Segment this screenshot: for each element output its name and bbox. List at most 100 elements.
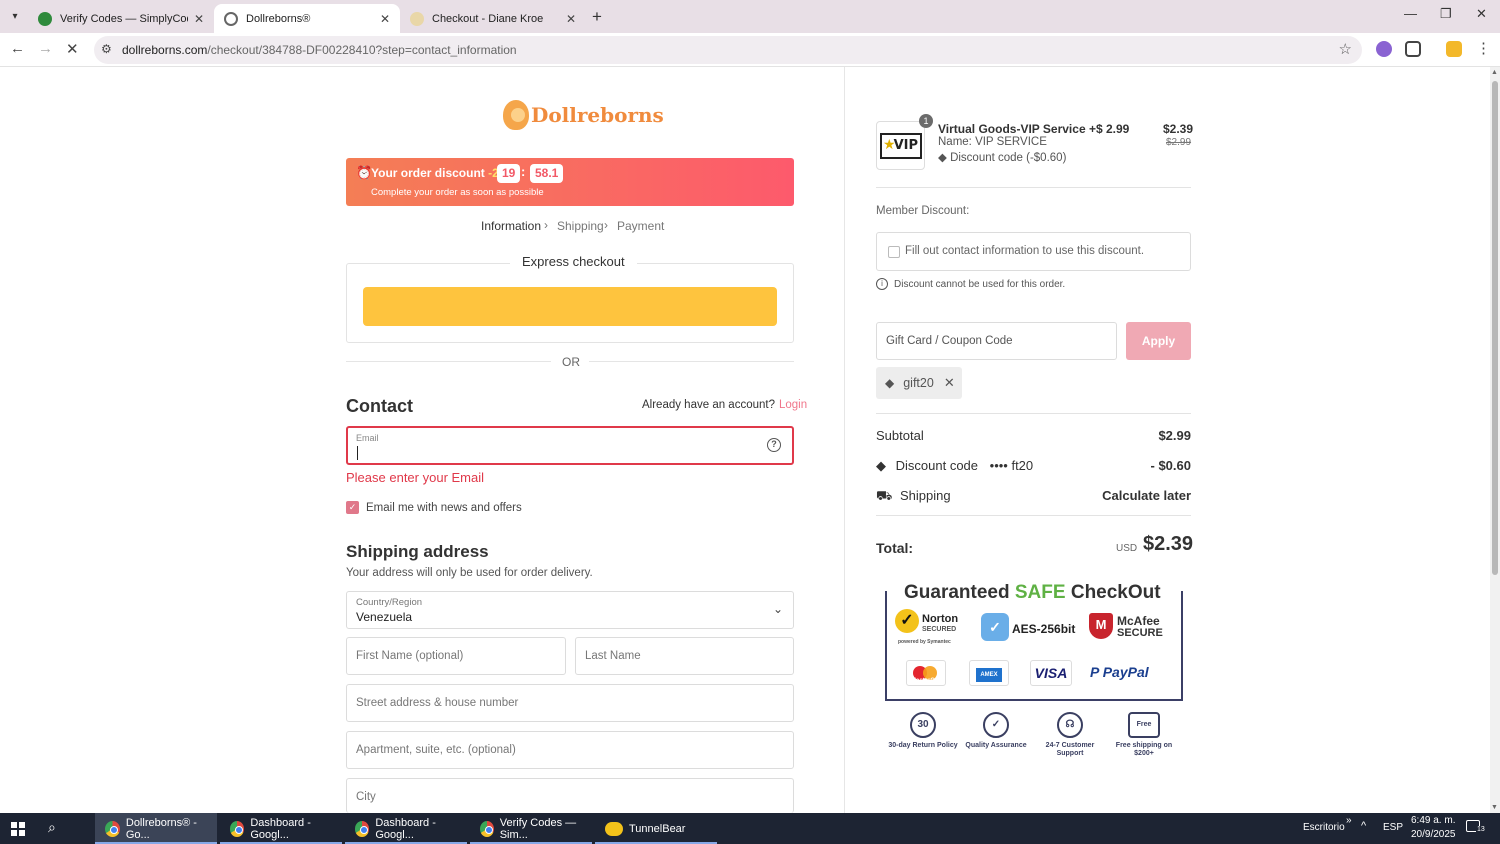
total-label: Total: xyxy=(876,540,914,556)
first-name-input[interactable]: First Name (optional) xyxy=(346,637,566,675)
input-language[interactable]: ESP xyxy=(1383,822,1403,833)
windows-start-icon[interactable] xyxy=(11,822,25,836)
norton-check-icon: ✓ xyxy=(895,609,919,633)
notifications-icon[interactable]: 13 xyxy=(1466,820,1486,835)
tag-icon: ◆ xyxy=(876,458,886,473)
email-field[interactable]: Email ? xyxy=(346,426,794,465)
close-tab-icon[interactable]: ✕ xyxy=(566,12,576,26)
taskbar-app-verify-codes[interactable]: Verify Codes — Sim... xyxy=(470,813,592,844)
back-icon[interactable]: ← xyxy=(10,40,25,57)
browser-menu-icon[interactable]: ⋮ xyxy=(1476,39,1491,57)
minimize-button[interactable]: — xyxy=(1404,6,1417,21)
search-icon[interactable]: ⌕ xyxy=(48,819,56,836)
divider xyxy=(346,361,551,362)
login-link[interactable]: Login xyxy=(779,399,807,411)
browser-tab-bar: ▾ Verify Codes — SimplyCodes ✕ Dollrebor… xyxy=(0,0,1500,33)
newsletter-checkbox[interactable]: ✓ xyxy=(346,501,359,514)
scroll-up-arrow-icon[interactable]: ▲ xyxy=(1491,69,1498,76)
breadcrumb-information[interactable]: Information xyxy=(481,219,541,233)
vip-badge-icon: ★ VIP xyxy=(880,133,922,159)
tag-icon: ◆ xyxy=(938,152,947,164)
extensions-puzzle-icon[interactable] xyxy=(1405,41,1421,57)
coupon-placeholder: Gift Card / Coupon Code xyxy=(886,335,1013,347)
notification-count: 13 xyxy=(1476,826,1486,833)
free-shipping-badge: Free Free shipping on $200+ xyxy=(1108,712,1180,758)
member-discount-label: Member Discount: xyxy=(876,205,970,217)
divider xyxy=(876,413,1191,414)
clock-time[interactable]: 6:49 a. m. xyxy=(1411,815,1455,826)
first-name-placeholder: First Name (optional) xyxy=(356,650,464,662)
applied-coupon-code: gift20 xyxy=(903,376,934,390)
chevron-down-icon: ⌄ xyxy=(772,602,783,616)
country-select[interactable]: Country/Region Venezuela ⌄ xyxy=(346,591,794,629)
paypal-express-button[interactable] xyxy=(363,287,777,326)
coupon-code-input[interactable]: Gift Card / Coupon Code xyxy=(876,322,1117,360)
chrome-icon xyxy=(480,820,494,837)
tab-title: Dollreborns® xyxy=(246,12,311,25)
text-caret xyxy=(357,446,358,460)
url-text[interactable]: dollreborns.com/checkout/384788-DF002284… xyxy=(122,43,517,57)
close-tab-icon[interactable]: ✕ xyxy=(380,12,390,26)
tab-simplycodes[interactable]: Verify Codes — SimplyCodes ✕ xyxy=(28,4,214,33)
taskbar-app-label: Dollreborns® - Go... xyxy=(125,816,197,841)
toolbar-overflow-icon[interactable]: » xyxy=(1346,815,1352,826)
shipping-address-heading: Shipping address xyxy=(346,542,489,561)
divider xyxy=(876,515,1191,516)
city-placeholder: City xyxy=(356,791,376,803)
page-scrollbar[interactable]: ▲ ▼ xyxy=(1490,67,1500,813)
apartment-placeholder: Apartment, suite, etc. (optional) xyxy=(356,744,516,756)
last-name-input[interactable]: Last Name xyxy=(575,637,794,675)
street-placeholder: Street address & house number xyxy=(356,697,519,709)
scroll-down-arrow-icon[interactable]: ▼ xyxy=(1491,804,1498,811)
close-window-button[interactable]: ✕ xyxy=(1476,6,1487,22)
extension-icon[interactable] xyxy=(1376,41,1392,57)
safe-checkout-title: Guaranteed SAFE CheckOut xyxy=(900,582,1165,604)
close-tab-icon[interactable]: ✕ xyxy=(194,12,204,26)
hidden-icons-chevron-icon[interactable]: ^ xyxy=(1361,820,1366,832)
forward-icon[interactable]: → xyxy=(38,40,53,57)
address-bar[interactable]: ⚙ dollreborns.com/checkout/384788-DF0022… xyxy=(94,36,1362,64)
desktop-toolbar-label[interactable]: Escritorio xyxy=(1303,822,1345,833)
taskbar-app-tunnelbear[interactable]: TunnelBear xyxy=(595,813,717,844)
quality-assurance-label: Quality Assurance xyxy=(965,742,1027,749)
applied-coupon-tag: ◆ gift20 ✕ xyxy=(876,367,962,399)
member-discount-checkbox[interactable] xyxy=(888,246,900,258)
breadcrumb-shipping[interactable]: Shipping xyxy=(557,219,604,233)
remove-coupon-icon[interactable]: ✕ xyxy=(944,375,955,391)
street-address-input[interactable]: Street address & house number xyxy=(346,684,794,722)
divider xyxy=(589,361,794,362)
scrollbar-thumb[interactable] xyxy=(1492,81,1498,575)
store-logo[interactable]: Dollreborns xyxy=(503,100,664,130)
member-discount-box[interactable]: Fill out contact information to use this… xyxy=(876,232,1191,271)
member-discount-text: Fill out contact information to use this… xyxy=(905,245,1145,257)
shield-check-icon: ✓ xyxy=(981,613,1009,641)
product-original-price: $2.99 xyxy=(1166,137,1192,148)
product-discount: ◆ Discount code (-$0.60) xyxy=(938,152,1067,164)
stop-loading-icon[interactable]: ✕ xyxy=(66,40,79,58)
alarm-clock-icon: ⏰ xyxy=(356,165,373,180)
taskbar-app-dashboard-2[interactable]: Dashboard - Googl... xyxy=(345,813,467,844)
new-tab-button[interactable]: + xyxy=(592,7,602,27)
logo-mark-icon xyxy=(503,100,529,130)
breadcrumb-payment[interactable]: Payment xyxy=(617,219,664,233)
restore-button[interactable]: ❐ xyxy=(1440,6,1452,22)
city-input[interactable]: City xyxy=(346,778,794,813)
help-icon[interactable]: ? xyxy=(767,438,781,452)
tab-dollreborns[interactable]: Dollreborns® ✕ xyxy=(214,4,400,33)
or-divider-text: OR xyxy=(562,355,580,369)
apply-coupon-button[interactable]: Apply xyxy=(1126,322,1191,360)
info-icon: i xyxy=(876,278,888,290)
taskbar-app-dashboard-1[interactable]: Dashboard - Googl... xyxy=(220,813,342,844)
bookmark-star-icon[interactable]: ☆ xyxy=(1339,40,1352,58)
tab-dianekroe[interactable]: Checkout - Diane Kroe ✕ xyxy=(400,4,586,33)
return-policy-badge: 30 30-day Return Policy xyxy=(887,712,959,750)
newsletter-checkbox-row[interactable]: ✓ Email me with news and offers xyxy=(346,501,522,514)
profile-avatar-icon[interactable] xyxy=(1446,41,1462,57)
taskbar-app-dollreborns[interactable]: Dollreborns® - Go... xyxy=(95,813,217,844)
site-info-icon[interactable]: ⚙ xyxy=(101,42,112,56)
clock-date[interactable]: 20/9/2025 xyxy=(1411,829,1456,840)
quantity-badge: 1 xyxy=(919,114,933,128)
country-value: Venezuela xyxy=(356,610,413,624)
tab-search-menu-icon[interactable]: ▾ xyxy=(6,8,24,26)
apartment-input[interactable]: Apartment, suite, etc. (optional) xyxy=(346,731,794,769)
